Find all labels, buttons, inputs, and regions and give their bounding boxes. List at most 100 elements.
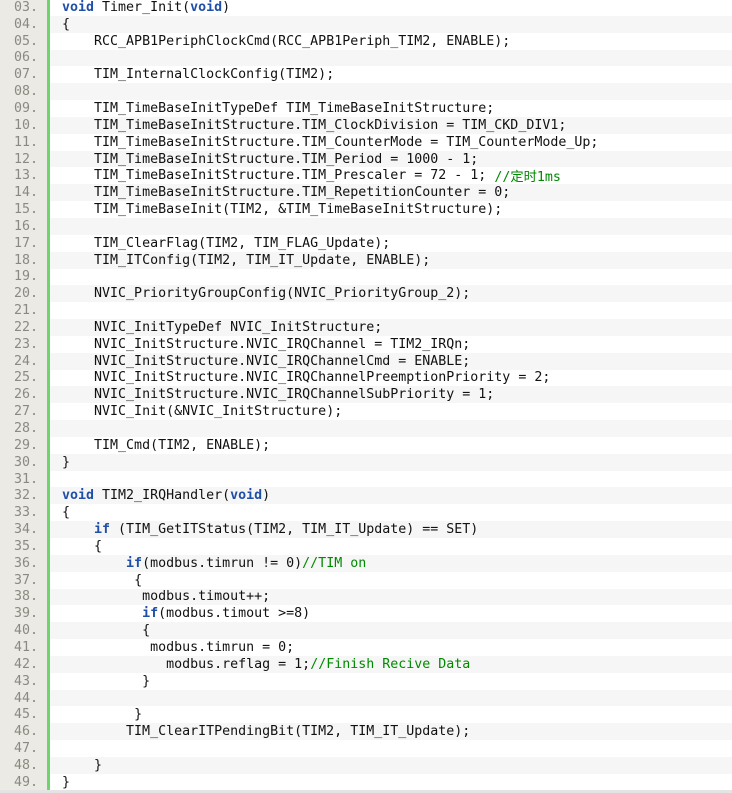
code-line: 09. TIM_TimeBaseInitTypeDef TIM_TimeBase… xyxy=(0,100,732,117)
code-line: 41. modbus.timrun = 0; xyxy=(0,639,732,656)
line-number: 38. xyxy=(0,588,50,606)
line-code: TIM_TimeBaseInit(TIM2, &TIM_TimeBaseInit… xyxy=(50,201,732,218)
code-line: 39. if (modbus.timout >=8) xyxy=(0,605,732,623)
line-number: 48. xyxy=(0,756,50,774)
line-number: 49. xyxy=(0,773,50,791)
line-code xyxy=(50,740,732,757)
code-token: { xyxy=(62,505,71,521)
keyword-token: void xyxy=(62,488,95,504)
line-number: 46. xyxy=(0,723,50,741)
code-line: 30.} xyxy=(0,453,732,471)
code-token: TIM_ClearFlag(TIM2, TIM_FLAG_Update); xyxy=(94,235,391,251)
line-number: 35. xyxy=(0,538,50,555)
code-line: 28. xyxy=(0,420,732,437)
comment-token: //TIM on xyxy=(302,555,367,571)
code-token: Timer_Init( xyxy=(94,0,191,15)
code-line: 42. modbus.reflag = 1;//Finish Recive Da… xyxy=(0,655,732,673)
code-listing: 03. void Timer_Init(void) 04.{05. RCC_APB1… xyxy=(0,0,732,791)
line-number: 32. xyxy=(0,487,50,505)
code-token: } xyxy=(134,707,143,723)
line-code: TIM_ClearFlag(TIM2, TIM_FLAG_Update); xyxy=(50,235,732,252)
line-code: TIM_ClearITPendingBit(TIM2, TIM_IT_Updat… xyxy=(50,723,732,741)
line-code: TIM_TimeBaseInitStructure.TIM_CounterMod… xyxy=(50,134,732,151)
code-line: 34. if (TIM_GetITStatus(TIM2, TIM_IT_Upd… xyxy=(0,521,732,538)
line-number: 39. xyxy=(0,605,50,623)
comment-token: //Finish Recive Data xyxy=(310,656,471,672)
line-number: 23. xyxy=(0,335,50,353)
line-number: 05. xyxy=(0,32,50,50)
line-code: NVIC_InitStructure.NVIC_IRQChannelSubPri… xyxy=(50,386,732,404)
line-number: 27. xyxy=(0,403,50,421)
code-line: 43. } xyxy=(0,672,732,690)
line-number: 04. xyxy=(0,15,50,33)
code-token: TIM2_IRQHandler( xyxy=(94,488,231,504)
code-line: 05. RCC_APB1PeriphClockCmd(RCC_APB1Perip… xyxy=(0,32,732,50)
code-line: 27. NVIC_Init(&NVIC_InitStructure); xyxy=(0,403,732,421)
code-line: 22. NVIC_InitTypeDef NVIC_InitStructure; xyxy=(0,319,732,336)
code-line: 08. xyxy=(0,83,732,101)
line-code: if (TIM_GetITStatus(TIM2, TIM_IT_Update)… xyxy=(50,521,732,538)
code-token: ) xyxy=(222,0,231,15)
line-number: 17. xyxy=(0,234,50,252)
line-number: 34. xyxy=(0,521,50,538)
code-token: { xyxy=(134,572,143,588)
line-code: { xyxy=(50,15,732,33)
line-code: { xyxy=(50,622,732,640)
code-line: 20. NVIC_PriorityGroupConfig(NVIC_Priori… xyxy=(0,285,732,303)
code-token: NVIC_InitStructure.NVIC_IRQChannel = TIM… xyxy=(94,336,471,352)
line-code: modbus.timout++; xyxy=(50,588,732,606)
line-number: 13. xyxy=(0,167,50,185)
line-code: NVIC_Init(&NVIC_InitStructure); xyxy=(50,403,732,420)
code-token: TIM_TimeBaseInit(TIM2, &TIM_TimeBaseInit… xyxy=(94,202,503,218)
keyword-token: void xyxy=(190,0,223,15)
line-code: } xyxy=(50,673,732,690)
line-code: NVIC_PriorityGroupConfig(NVIC_PriorityGr… xyxy=(50,285,732,303)
line-code xyxy=(50,302,732,319)
line-code: TIM_TimeBaseInitTypeDef TIM_TimeBaseInit… xyxy=(50,100,732,117)
line-code: TIM_TimeBaseInitStructure.TIM_Prescaler … xyxy=(50,167,732,185)
line-code: NVIC_InitStructure.NVIC_IRQChannelPreemp… xyxy=(50,370,732,387)
line-number: 26. xyxy=(0,386,50,404)
line-code: if (modbus.timout >=8) xyxy=(50,605,732,622)
code-token: TIM_TimeBaseInitTypeDef TIM_TimeBaseInit… xyxy=(94,100,495,116)
code-line: 07. TIM_InternalClockConfig(TIM2); xyxy=(0,66,732,84)
line-code: NVIC_InitTypeDef NVIC_InitStructure; xyxy=(50,319,732,336)
line-number: 03. xyxy=(0,0,50,16)
code-line: 15. TIM_TimeBaseInit(TIM2, &TIM_TimeBase… xyxy=(0,201,732,218)
code-token: (modbus.timout >=8) xyxy=(158,606,311,622)
line-number: 25. xyxy=(0,369,50,387)
code-line: 29. TIM_Cmd(TIM2, ENABLE); xyxy=(0,436,732,454)
line-number: 08. xyxy=(0,83,50,101)
code-token: modbus.reflag = 1; xyxy=(166,656,311,672)
code-line: 11. TIM_TimeBaseInitStructure.TIM_Counte… xyxy=(0,133,732,151)
code-line: 48. } xyxy=(0,756,732,774)
line-number: 45. xyxy=(0,706,50,724)
line-number: 20. xyxy=(0,285,50,303)
line-number: 33. xyxy=(0,504,50,522)
line-code: { xyxy=(50,572,732,589)
line-number: 19. xyxy=(0,268,50,286)
line-code xyxy=(50,217,732,235)
code-line: 12. TIM_TimeBaseInitStructure.TIM_Period… xyxy=(0,150,732,168)
line-number: 10. xyxy=(0,116,50,134)
line-number: 09. xyxy=(0,100,50,117)
code-token: NVIC_InitStructure.NVIC_IRQChannelPreemp… xyxy=(94,370,551,386)
code-line: 37. { xyxy=(0,571,732,589)
code-token: TIM_ClearITPendingBit(TIM2, TIM_IT_Updat… xyxy=(126,724,471,740)
code-line: 47. xyxy=(0,740,732,757)
